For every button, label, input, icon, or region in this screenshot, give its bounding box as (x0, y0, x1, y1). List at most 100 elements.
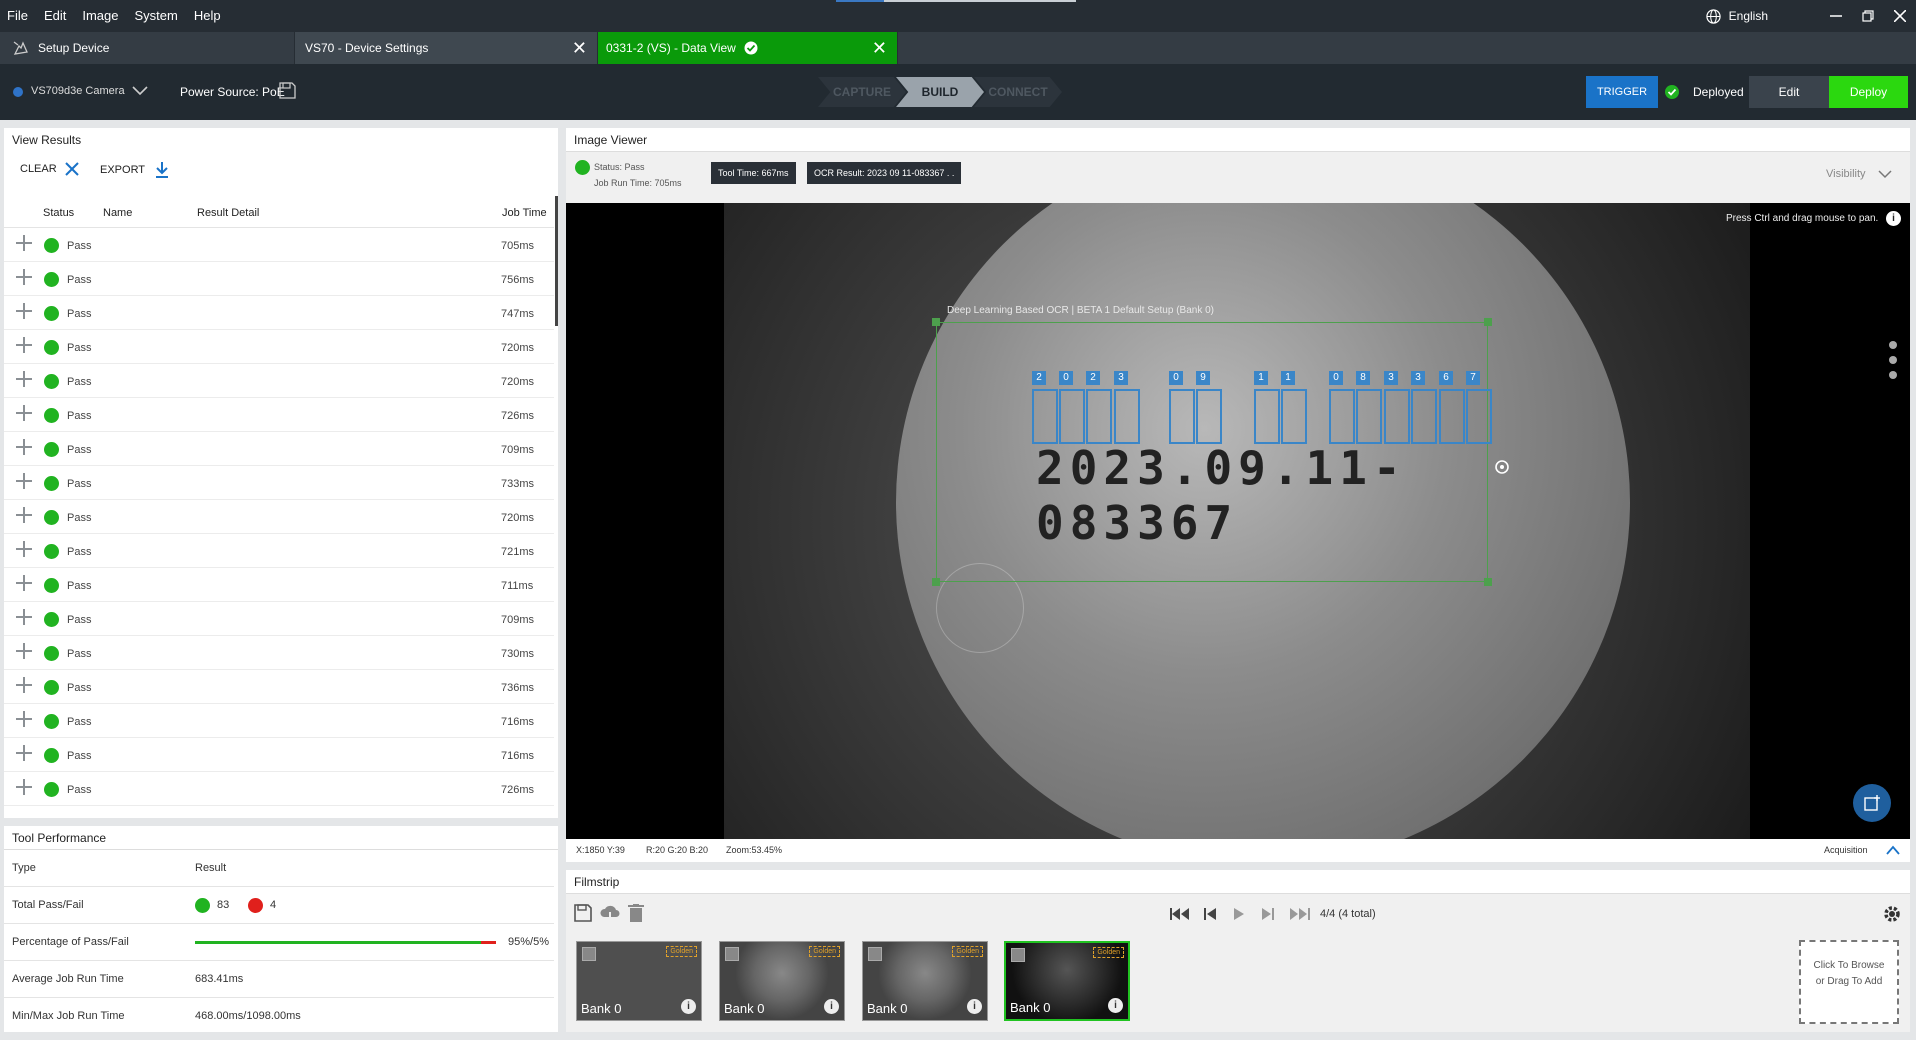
col-name[interactable]: Name (103, 207, 132, 219)
expand-icon[interactable] (16, 405, 32, 421)
info-icon[interactable]: i (824, 999, 839, 1014)
table-row[interactable]: Pass 716ms (4, 704, 554, 738)
col-status[interactable]: Status (43, 207, 74, 219)
roi-handle[interactable] (1484, 578, 1492, 586)
expand-icon[interactable] (16, 439, 32, 455)
trigger-button[interactable]: TRIGGER (1586, 76, 1658, 108)
table-row[interactable]: Pass 736ms (4, 670, 554, 704)
camera-image[interactable]: Deep Learning Based OCR | BETA 1 Default… (566, 203, 1910, 839)
upload-cloud-icon[interactable] (600, 904, 620, 922)
ocr-char-box[interactable] (1169, 389, 1195, 444)
visibility-dropdown[interactable]: Visibility (1826, 168, 1866, 180)
ocr-char-box[interactable] (1059, 389, 1085, 444)
trash-icon[interactable] (628, 904, 644, 922)
last-frame-icon[interactable] (1290, 908, 1310, 920)
restore-icon[interactable] (1852, 0, 1884, 32)
step-build[interactable]: BUILD (896, 77, 984, 107)
kebab-menu-icon[interactable] (1889, 341, 1897, 381)
table-row[interactable]: Pass 709ms (4, 432, 554, 466)
close-window-icon[interactable] (1884, 0, 1916, 32)
gear-icon[interactable] (1882, 904, 1902, 924)
expand-icon[interactable] (16, 303, 32, 319)
table-row[interactable]: Pass 720ms (4, 330, 554, 364)
table-row[interactable]: Pass 726ms (4, 772, 554, 806)
chevron-up-icon[interactable] (1886, 845, 1900, 855)
roi-handle[interactable] (932, 318, 940, 326)
clear-button[interactable]: CLEAR (20, 162, 79, 176)
info-icon[interactable]: i (967, 999, 982, 1014)
roi-handle[interactable] (1484, 318, 1492, 326)
expand-icon[interactable] (16, 507, 32, 523)
expand-icon[interactable] (16, 473, 32, 489)
expand-icon[interactable] (16, 745, 32, 761)
rotate-icon[interactable] (1494, 459, 1510, 475)
col-job-time[interactable]: Job Time (502, 207, 547, 219)
ocr-char-box[interactable] (1254, 389, 1280, 444)
acquisition-label[interactable]: Acquisition (1824, 845, 1868, 855)
roi-handle[interactable] (932, 578, 940, 586)
tab-data-view[interactable]: 0331-2 (VS) - Data View ✕ (598, 32, 898, 64)
menu-file[interactable]: File (0, 0, 37, 32)
menu-image[interactable]: Image (75, 0, 127, 32)
table-row[interactable]: Pass 720ms (4, 364, 554, 398)
filmstrip-thumb-3[interactable]: Golden Bank 0 i (862, 941, 988, 1021)
ocr-char-box[interactable] (1196, 389, 1222, 444)
expand-icon[interactable] (16, 371, 32, 387)
table-row[interactable]: Pass 716ms (4, 738, 554, 772)
ocr-char-box[interactable] (1281, 389, 1307, 444)
table-row[interactable]: Pass 747ms (4, 296, 554, 330)
add-image-button[interactable] (1853, 784, 1891, 822)
expand-icon[interactable] (16, 643, 32, 659)
expand-icon[interactable] (16, 779, 32, 795)
ocr-char-box[interactable] (1086, 389, 1112, 444)
ocr-char-box[interactable] (1356, 389, 1382, 444)
expand-icon[interactable] (16, 677, 32, 693)
tab-device-settings[interactable]: VS70 - Device Settings ✕ (295, 32, 598, 64)
close-tab-icon[interactable]: ✕ (872, 38, 887, 58)
save-icon[interactable] (574, 904, 592, 922)
expand-icon[interactable] (16, 575, 32, 591)
ocr-char-box[interactable] (1466, 389, 1492, 444)
table-row[interactable]: Pass 733ms (4, 466, 554, 500)
edit-button[interactable]: Edit (1749, 76, 1829, 108)
ocr-char-box[interactable] (1329, 389, 1355, 444)
expand-icon[interactable] (16, 609, 32, 625)
menu-edit[interactable]: Edit (37, 0, 75, 32)
table-row[interactable]: Pass 711ms (4, 568, 554, 602)
filmstrip-thumb-4-selected[interactable]: Golden Bank 0 i (1004, 941, 1130, 1021)
table-row[interactable]: Pass 756ms (4, 262, 554, 296)
deploy-button[interactable]: Deploy (1829, 76, 1908, 108)
info-icon[interactable]: i (1108, 998, 1123, 1013)
chevron-down-icon[interactable] (132, 86, 148, 96)
table-row[interactable]: Pass 709ms (4, 602, 554, 636)
minimize-icon[interactable] (1820, 0, 1852, 32)
prev-frame-icon[interactable] (1204, 908, 1216, 920)
expand-icon[interactable] (16, 337, 32, 353)
ocr-char-box[interactable] (1032, 389, 1058, 444)
info-icon[interactable]: i (681, 999, 696, 1014)
step-capture[interactable]: CAPTURE (818, 77, 906, 107)
menu-system[interactable]: System (128, 0, 187, 32)
menu-help[interactable]: Help (187, 0, 230, 32)
col-result-detail[interactable]: Result Detail (197, 207, 259, 219)
table-row[interactable]: Pass 726ms (4, 398, 554, 432)
next-frame-icon[interactable] (1262, 908, 1274, 920)
step-connect[interactable]: CONNECT (974, 77, 1062, 107)
ocr-char-box[interactable] (1439, 389, 1465, 444)
chevron-down-icon[interactable] (1878, 170, 1892, 179)
table-row[interactable]: Pass 721ms (4, 534, 554, 568)
add-image-dropzone[interactable]: Click To Browse or Drag To Add (1799, 940, 1899, 1024)
table-row[interactable]: Pass 720ms (4, 500, 554, 534)
table-row[interactable]: Pass 730ms (4, 636, 554, 670)
language-selector[interactable]: English (1705, 0, 1768, 32)
filmstrip-thumb-2[interactable]: Golden Bank 0 i (719, 941, 845, 1021)
tab-setup-device[interactable]: Setup Device (0, 32, 295, 64)
export-button[interactable]: EXPORT (100, 162, 169, 178)
expand-icon[interactable] (16, 269, 32, 285)
ocr-char-box[interactable] (1114, 389, 1140, 444)
play-icon[interactable] (1234, 908, 1244, 920)
close-tab-icon[interactable]: ✕ (572, 38, 587, 58)
expand-icon[interactable] (16, 235, 32, 251)
expand-icon[interactable] (16, 711, 32, 727)
results-scrollbar[interactable] (555, 196, 558, 326)
